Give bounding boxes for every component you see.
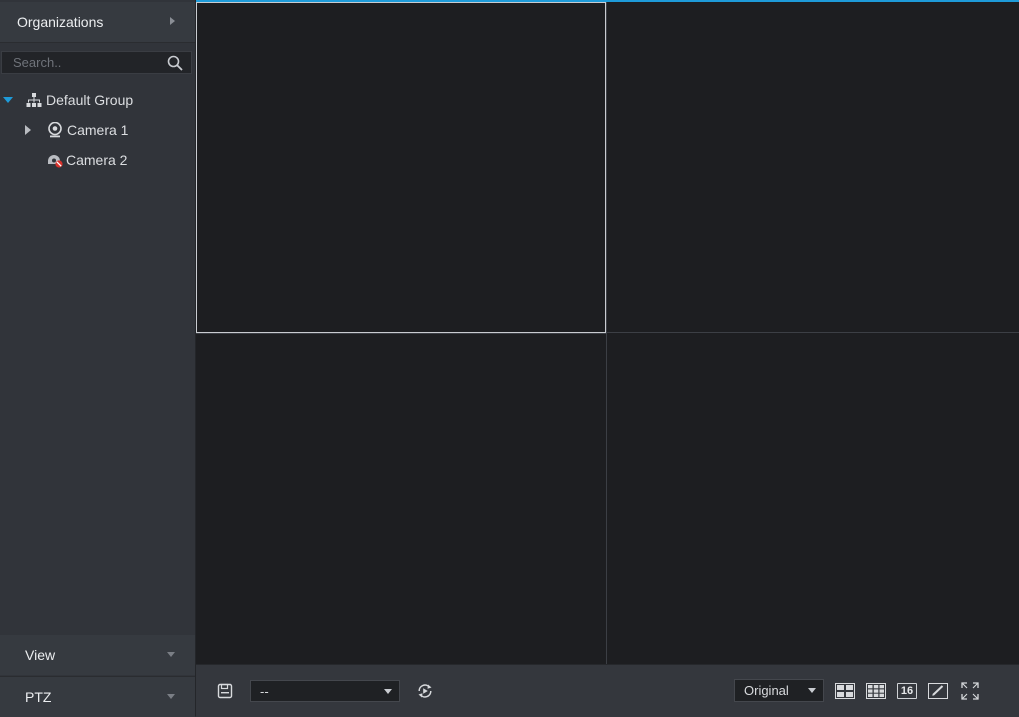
sequence-play-button[interactable] xyxy=(414,680,436,702)
chevron-down-icon xyxy=(167,652,175,657)
tree-item-label: Default Group xyxy=(46,92,134,108)
organizations-title: Organizations xyxy=(17,14,104,30)
camera-offline-icon xyxy=(48,155,63,168)
org-tree-icon xyxy=(26,93,42,107)
pane-divider xyxy=(196,333,606,334)
save-view-button[interactable] xyxy=(214,680,236,702)
video-grid xyxy=(196,2,1019,664)
view-label: View xyxy=(25,647,56,663)
sidebar: Organizations Default Group xyxy=(0,0,196,717)
grid-3x3-icon xyxy=(866,683,886,699)
ptz-panel-toggle[interactable]: PTZ xyxy=(0,676,195,717)
edit-icon xyxy=(928,683,948,699)
grid-2x2-icon xyxy=(835,683,855,699)
video-pane-3[interactable] xyxy=(196,334,606,664)
collapse-caret-icon[interactable] xyxy=(3,97,13,103)
tree-item-label: Camera 1 xyxy=(67,122,129,138)
expand-caret-icon[interactable] xyxy=(25,125,31,135)
search-input[interactable] xyxy=(2,52,162,73)
video-pane-4[interactable] xyxy=(607,333,1019,664)
cycle-play-icon xyxy=(418,684,432,698)
dropdown-arrow-icon xyxy=(808,688,816,693)
tree-item-camera-2[interactable]: Camera 2 xyxy=(46,148,127,172)
dropdown-arrow-icon xyxy=(384,689,392,694)
aspect-ratio-value: Original xyxy=(744,683,789,698)
expand-arrow-icon[interactable] xyxy=(170,17,175,25)
layout-16-button[interactable]: 16 xyxy=(896,680,918,702)
video-pane-1[interactable] xyxy=(196,2,606,333)
search-box xyxy=(1,51,192,74)
ptz-label: PTZ xyxy=(25,689,52,705)
view-panel-toggle[interactable]: View xyxy=(0,635,195,675)
custom-layout-button[interactable] xyxy=(927,680,949,702)
pane-divider xyxy=(606,332,1019,333)
save-icon xyxy=(217,683,233,699)
tree-item-label: Camera 2 xyxy=(66,152,128,168)
view-select-value: -- xyxy=(260,683,269,699)
view-select[interactable]: -- xyxy=(250,680,400,702)
pane-divider xyxy=(606,2,607,664)
chevron-down-icon xyxy=(167,694,175,699)
aspect-ratio-select[interactable]: Original xyxy=(734,679,824,702)
tree-item-default-group[interactable]: Default Group xyxy=(3,88,133,112)
layout-4-button[interactable] xyxy=(834,680,856,702)
fullscreen-icon xyxy=(961,682,979,700)
layout-9-button[interactable] xyxy=(865,680,887,702)
organizations-header[interactable]: Organizations xyxy=(0,2,195,43)
search-icon[interactable] xyxy=(167,55,183,71)
fullscreen-button[interactable] xyxy=(959,680,981,702)
camera-online-icon xyxy=(48,122,62,138)
tree-item-camera-1[interactable]: Camera 1 xyxy=(25,118,128,142)
bottom-toolbar: -- Original 16 xyxy=(196,664,1019,717)
video-pane-2[interactable] xyxy=(607,2,1019,332)
layout-16-label: 16 xyxy=(897,683,917,699)
